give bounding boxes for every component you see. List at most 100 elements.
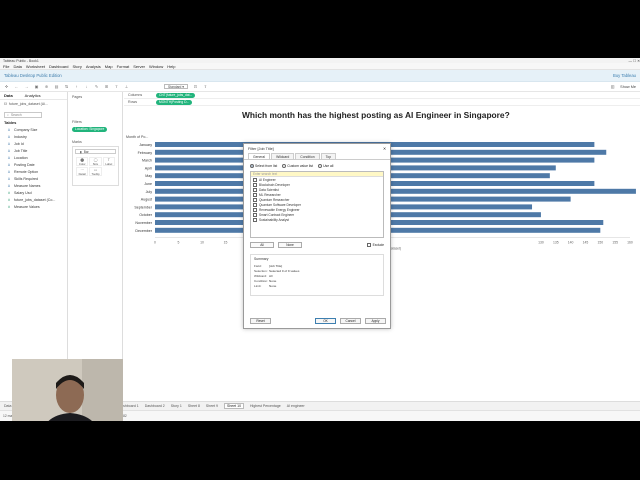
mark-detail-button[interactable]: ⋯ Detail: [76, 167, 89, 176]
rows-pill[interactable]: MONTH(Posting D...: [156, 99, 193, 105]
value-checkbox[interactable]: [253, 207, 257, 212]
close-icon[interactable]: ✕: [383, 146, 386, 151]
field-item[interactable]: A Job Title: [7, 147, 67, 154]
menu-map[interactable]: Map: [105, 64, 113, 69]
field-item[interactable]: # Salary Usd: [7, 189, 67, 196]
field-item[interactable]: A Location: [7, 154, 67, 161]
field-search-input[interactable]: ⌕ Search: [4, 112, 42, 118]
fix-axes-icon[interactable]: ⊥: [124, 84, 129, 89]
sheet-tab-story-1[interactable]: Story 1: [171, 404, 182, 408]
mark-color-button[interactable]: ⬤ Color: [76, 157, 89, 166]
field-item[interactable]: A Industry: [7, 133, 67, 140]
radio-dot[interactable]: [250, 164, 254, 168]
none-button[interactable]: None: [278, 242, 302, 248]
menu-worksheet[interactable]: Worksheet: [26, 64, 45, 69]
window-controls[interactable]: — ☐ ✕: [628, 59, 640, 63]
field-item[interactable]: A Job Id: [7, 140, 67, 147]
tab-condition[interactable]: Condition: [295, 153, 320, 159]
menu-data[interactable]: Data: [13, 64, 21, 69]
group-icon[interactable]: ⊞: [104, 84, 109, 89]
back-icon[interactable]: ←: [14, 84, 19, 89]
field-item[interactable]: # Measure Values: [7, 203, 67, 210]
cancel-button[interactable]: Cancel: [340, 318, 361, 324]
filter-pill-location[interactable]: Location: Singapore: [72, 127, 108, 132]
reset-button[interactable]: Reset: [250, 318, 271, 324]
sort-desc-icon[interactable]: ↓: [84, 84, 89, 89]
forward-icon[interactable]: →: [24, 84, 29, 89]
value-label: Blockchain Developer: [259, 182, 290, 187]
radio-dot[interactable]: [318, 164, 323, 168]
radio-custom-value-list[interactable]: Custom value list: [282, 164, 313, 168]
new-sheet-icon[interactable]: ▤: [54, 84, 59, 89]
tab-analytics[interactable]: Analytics: [25, 93, 41, 98]
field-item[interactable]: A Measure Names: [7, 182, 67, 189]
value-checkbox[interactable]: [253, 192, 257, 197]
data-source-item[interactable]: ⛁ future_jobs_dataset (Ai...: [0, 100, 67, 107]
menu-file[interactable]: File: [3, 64, 9, 69]
value-checkbox[interactable]: [253, 177, 257, 182]
sheet-tab-ai-engineer[interactable]: AI engineer: [287, 404, 305, 408]
mark-size-button[interactable]: ◯ Size: [89, 157, 102, 166]
show-me-button[interactable]: Show Me: [620, 85, 636, 89]
sheet-tab-sheet-8[interactable]: Sheet 8: [188, 404, 200, 408]
pages-shelf[interactable]: [69, 99, 122, 117]
new-datasource-icon[interactable]: ⊕: [44, 84, 49, 89]
menu-story[interactable]: Story: [73, 64, 82, 69]
mark-label-button[interactable]: T Label: [102, 157, 115, 166]
apply-button[interactable]: Apply: [365, 318, 386, 324]
menu-analysis[interactable]: Analysis: [86, 64, 101, 69]
mark-tooltip-button[interactable]: ▭ Tooltip: [89, 167, 102, 176]
field-item[interactable]: A Company Size: [7, 126, 67, 133]
radio-select-from-list[interactable]: Select from list: [250, 164, 277, 168]
tab-general[interactable]: General: [248, 153, 271, 159]
value-checkbox[interactable]: [253, 182, 257, 187]
sheet-tab-dashboard-2[interactable]: Dashboard 2: [145, 404, 165, 408]
database-icon: ⛁: [4, 101, 7, 106]
labels-icon[interactable]: T: [114, 84, 119, 89]
value-checkbox[interactable]: [253, 217, 257, 222]
measure-icon: #: [8, 204, 10, 209]
menu-window[interactable]: Window: [149, 64, 163, 69]
columns-pill[interactable]: CNT(future_jobs_dat...: [156, 92, 196, 98]
tab-wildcard[interactable]: Wildcard: [271, 153, 295, 159]
filters-shelf[interactable]: Location: Singapore: [69, 124, 122, 134]
radio-dot[interactable]: [282, 164, 287, 168]
field-item[interactable]: A Posting Date: [7, 161, 67, 168]
exclude-box[interactable]: [366, 243, 371, 247]
rows-shelf[interactable]: Rows MONTH(Posting D...: [124, 99, 640, 106]
field-item[interactable]: A Remote Option: [7, 168, 67, 175]
exclude-checkbox[interactable]: Exclude: [366, 243, 384, 247]
all-button[interactable]: All: [250, 242, 274, 248]
value-checkbox[interactable]: [253, 202, 257, 207]
field-item[interactable]: A Skills Required: [7, 175, 67, 182]
menu-dashboard[interactable]: Dashboard: [49, 64, 69, 69]
sort-asc-icon[interactable]: ↑: [74, 84, 79, 89]
list-item[interactable]: Sustainability Analyst: [251, 217, 383, 222]
tab-top[interactable]: Top: [320, 153, 337, 159]
share-icon[interactable]: ⇪: [203, 84, 208, 89]
ok-button[interactable]: OK: [315, 318, 336, 324]
mark-type-select[interactable]: ▮ Bar: [75, 149, 116, 154]
radio-use-all[interactable]: Use all: [318, 164, 333, 168]
tableau-logo-icon[interactable]: ✣: [4, 84, 9, 89]
menu-format[interactable]: Format: [117, 64, 130, 69]
buy-tableau-link[interactable]: Buy Tableau: [613, 73, 636, 78]
sheet-tab-highest-percentage[interactable]: Highest Percentage: [250, 404, 281, 408]
value-checkbox[interactable]: [253, 197, 257, 202]
value-checkbox[interactable]: [253, 212, 257, 217]
sheet-tab-sheet-9[interactable]: Sheet 9: [206, 404, 218, 408]
tab-data[interactable]: Data: [4, 93, 13, 98]
save-icon[interactable]: ▣: [34, 84, 39, 89]
presentation-icon[interactable]: ⊡: [193, 84, 198, 89]
field-label: Posting Date: [14, 162, 35, 167]
show-me-icon[interactable]: ▥: [610, 84, 615, 89]
highlight-icon[interactable]: ✎: [94, 84, 99, 89]
field-item[interactable]: # future_jobs_dataset (Co...: [7, 196, 67, 203]
sheet-tab-sheet-10[interactable]: Sheet 10: [224, 403, 245, 409]
value-checkbox[interactable]: [253, 187, 257, 192]
swap-icon[interactable]: ⇅: [64, 84, 69, 89]
menu-server[interactable]: Server: [133, 64, 145, 69]
columns-shelf[interactable]: Columns CNT(future_jobs_dat...: [124, 92, 640, 99]
fit-select[interactable]: Standard ▾: [164, 84, 188, 89]
menu-help[interactable]: Help: [167, 64, 175, 69]
